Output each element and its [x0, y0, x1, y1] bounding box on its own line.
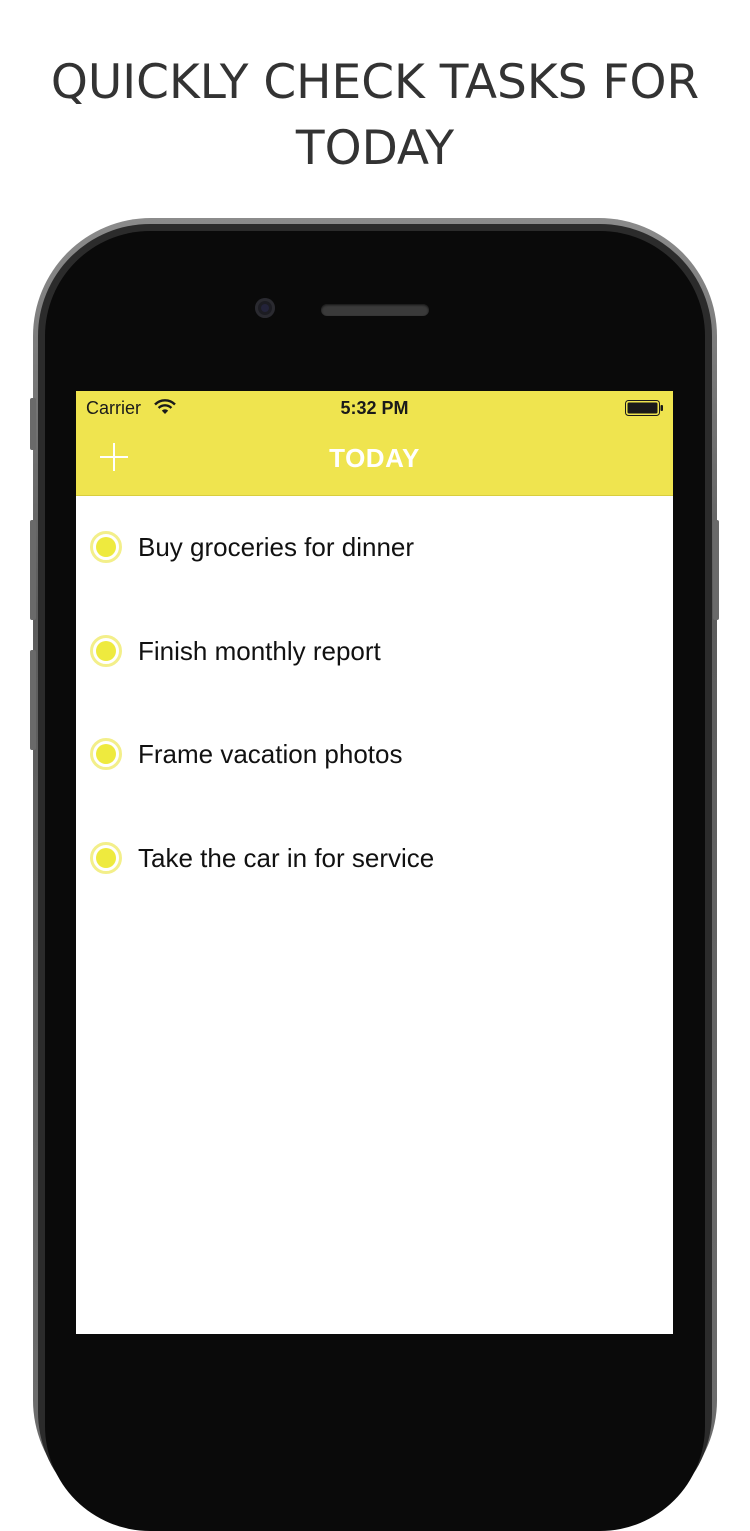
circle-check-icon[interactable]: [90, 531, 122, 563]
task-row[interactable]: Buy groceries for dinner: [76, 496, 673, 600]
headline: QUICKLY CHECK TASKS FOR TODAY: [0, 50, 750, 182]
task-label: Buy groceries for dinner: [138, 532, 415, 562]
headline-line-1: QUICKLY CHECK TASKS FOR: [50, 55, 700, 110]
status-time: 5:32 PM: [340, 398, 409, 418]
circle-check-icon[interactable]: [90, 841, 122, 874]
volume-down-button: [30, 650, 36, 750]
power-button: [713, 520, 719, 620]
task-label: Frame vacation photos: [138, 739, 403, 769]
nav-title: TODAY: [329, 443, 420, 473]
task-label: Finish monthly report: [138, 635, 381, 666]
battery-icon: [625, 400, 663, 416]
volume-up-button: [30, 520, 36, 620]
headline-line-2: TODAY: [295, 121, 455, 176]
earpiece-speaker: [321, 304, 429, 316]
circle-check-icon[interactable]: [90, 738, 122, 770]
circle-check-icon[interactable]: [90, 634, 122, 667]
mute-switch: [30, 398, 36, 450]
task-row[interactable]: Frame vacation photos: [76, 703, 673, 807]
app-header: Carrier 5:32 PM TODAY: [76, 391, 673, 496]
task-list: Buy groceries for dinner Finish monthly …: [76, 496, 673, 910]
task-row[interactable]: Take the car in for service: [76, 807, 673, 911]
task-row[interactable]: Finish monthly report: [76, 600, 673, 704]
phone-screen: Carrier 5:32 PM TODAY Buy groceries for …: [76, 391, 673, 1334]
task-label: Take the car in for service: [138, 842, 435, 873]
front-camera: [255, 298, 275, 318]
